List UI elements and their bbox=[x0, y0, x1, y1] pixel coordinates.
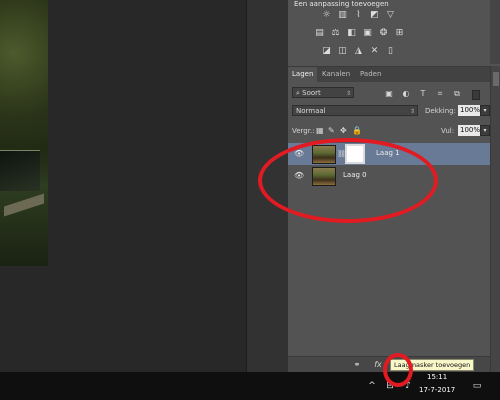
layers-empty-area bbox=[288, 243, 490, 356]
fill-dropdown-button[interactable]: ▾ bbox=[480, 125, 490, 136]
tab-paths[interactable]: Paden bbox=[356, 67, 385, 82]
fx-icon[interactable]: fx bbox=[373, 360, 383, 370]
lock-pixels-icon[interactable]: ✎ bbox=[328, 126, 335, 135]
tab-channels[interactable]: Kanalen bbox=[318, 67, 354, 82]
levels-icon[interactable]: ▥ bbox=[337, 10, 348, 21]
color-lookup-icon[interactable]: ⊞ bbox=[394, 28, 405, 39]
opacity-label: Dekking: bbox=[425, 107, 456, 115]
layers-panel-scrollbar[interactable] bbox=[490, 66, 500, 372]
threshold-icon[interactable]: ◮ bbox=[353, 46, 364, 57]
selective-color-icon[interactable]: ✕ bbox=[369, 46, 380, 57]
action-center-notification-icon[interactable]: ▭ bbox=[471, 380, 483, 392]
adjustments-title: Een aanpassing toevoegen bbox=[294, 0, 389, 8]
link-icon[interactable]: ⚭ bbox=[352, 360, 362, 370]
annotation-ellipse-layers bbox=[258, 138, 438, 223]
lock-transparent-icon[interactable]: ▦ bbox=[316, 126, 324, 135]
layers-tabbar: Lagen Kanalen Paden bbox=[288, 67, 490, 82]
posterize-icon[interactable]: ◫ bbox=[337, 46, 348, 57]
image-filter-icon[interactable]: ▣ bbox=[384, 89, 394, 99]
opacity-input[interactable]: 100% bbox=[458, 105, 480, 116]
opacity-dropdown-button[interactable]: ▾ bbox=[480, 105, 490, 116]
layer-filter-kind-select[interactable]: ⌕ Soort ⇕ bbox=[292, 87, 354, 98]
brightness-icon[interactable]: ☼ bbox=[321, 10, 332, 21]
canvas-path-region bbox=[4, 193, 44, 217]
canvas-water-region bbox=[0, 150, 40, 191]
lock-position-icon[interactable]: ✥ bbox=[340, 126, 347, 135]
shape-filter-icon[interactable]: ⌗ bbox=[435, 89, 445, 99]
hue-saturation-icon[interactable]: ▤ bbox=[314, 28, 325, 39]
layer-filter-label: Soort bbox=[302, 89, 321, 97]
color-balance-icon[interactable]: ⚖ bbox=[330, 28, 341, 39]
black-white-icon[interactable]: ◧ bbox=[346, 28, 357, 39]
photo-filter-icon[interactable]: ▣ bbox=[362, 28, 373, 39]
type-filter-icon[interactable]: T bbox=[418, 89, 428, 99]
fill-input[interactable]: 100% bbox=[458, 125, 480, 136]
scrollbar-thumb[interactable] bbox=[493, 72, 499, 86]
canvas-image[interactable] bbox=[0, 0, 48, 266]
blend-mode-value: Normaal bbox=[296, 107, 326, 115]
taskbar-clock-date[interactable]: 17-7-2017 bbox=[419, 386, 455, 394]
adjustment-filter-icon[interactable]: ◐ bbox=[401, 89, 411, 99]
document-canvas-area[interactable] bbox=[0, 0, 246, 372]
filter-toggle-switch[interactable] bbox=[472, 90, 480, 100]
adjustments-panel-collapse[interactable] bbox=[490, 0, 500, 64]
invert-icon[interactable]: ◪ bbox=[321, 46, 332, 57]
channel-mixer-icon[interactable]: ❂ bbox=[378, 28, 389, 39]
show-hidden-icons-chevron-icon[interactable]: ^ bbox=[366, 380, 378, 392]
taskbar-clock-time[interactable]: 15:11 bbox=[427, 373, 447, 381]
fill-label: Vul: bbox=[441, 127, 455, 135]
exposure-icon[interactable]: ◩ bbox=[369, 10, 380, 21]
smart-object-filter-icon[interactable]: ⧉ bbox=[452, 89, 462, 99]
lock-label: Vergr.: bbox=[292, 127, 315, 135]
chevron-updown-icon: ⇕ bbox=[345, 90, 351, 97]
annotation-ellipse-mask-button bbox=[383, 353, 413, 387]
chevron-updown-icon: ⇕ bbox=[409, 108, 415, 115]
blend-mode-select[interactable]: Normaal ⇕ bbox=[292, 105, 418, 116]
gradient-map-icon[interactable]: ▯ bbox=[385, 46, 396, 57]
adjustments-panel: Een aanpassing toevoegen ☼ ▥ ⌇ ◩ ▽ ▤ ⚖ ◧… bbox=[288, 0, 500, 64]
tab-layers[interactable]: Lagen bbox=[288, 67, 318, 82]
vibrance-triangle-icon[interactable]: ▽ bbox=[385, 10, 396, 21]
curves-icon[interactable]: ⌇ bbox=[353, 10, 364, 21]
lock-all-icon[interactable]: 🔒 bbox=[352, 126, 362, 135]
